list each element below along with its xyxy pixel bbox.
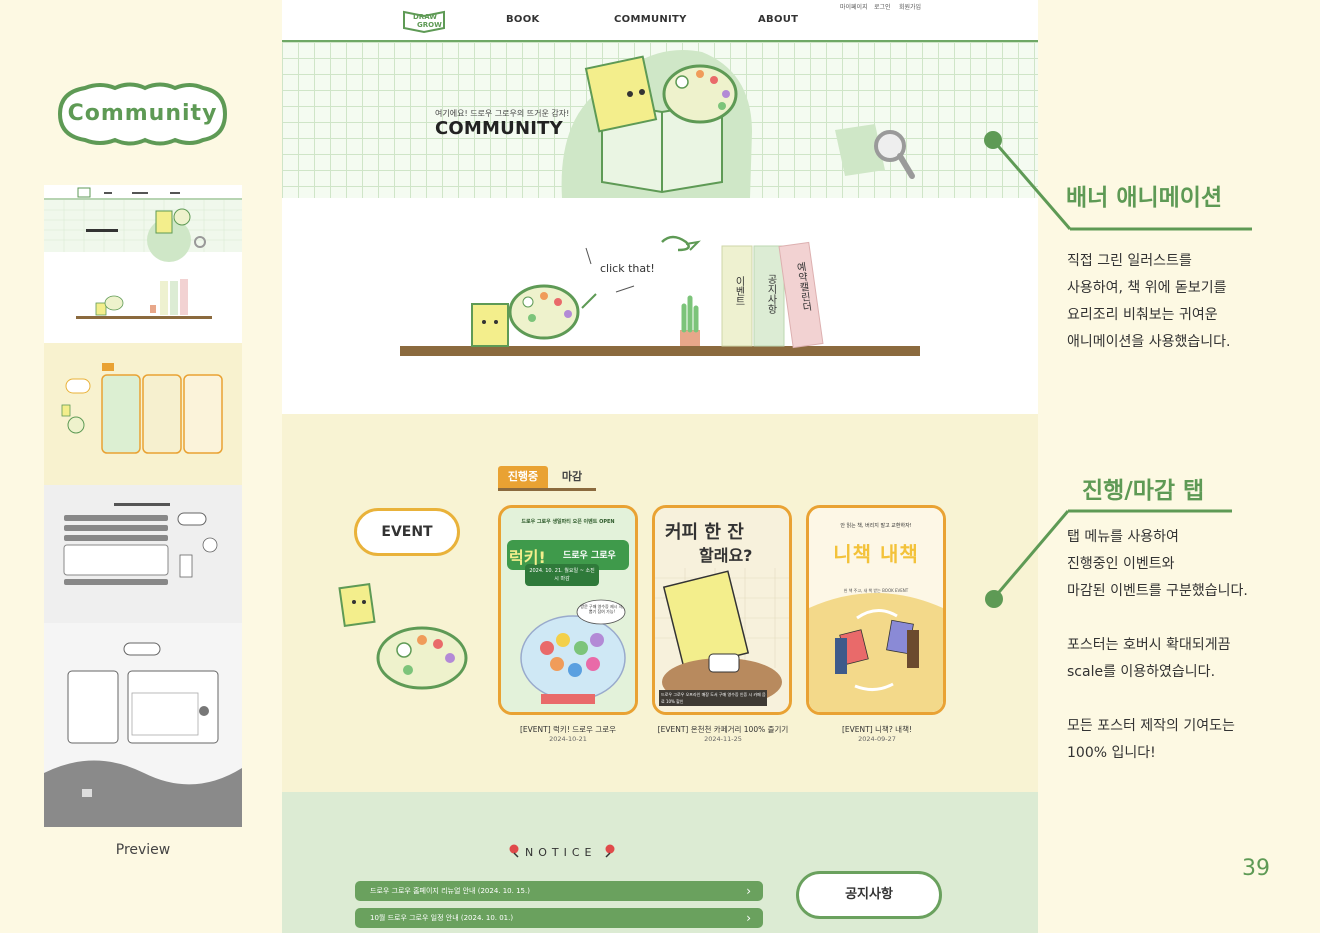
poster2-headline1: 커피 한 잔 (665, 522, 744, 543)
notice-row-1-text: 드로우 그로우 홈페이지 리뉴얼 안내 (2024. 10. 15.) (370, 887, 530, 895)
poster2-date: 2024-11-25 (704, 735, 742, 743)
poster1-headline2: 드로우 그로우 (563, 551, 616, 561)
community-badge: Community (55, 80, 230, 148)
svg-text:GROW: GROW (417, 21, 442, 29)
nav-about[interactable]: ABOUT (758, 14, 798, 25)
nav-book[interactable]: BOOK (506, 14, 540, 25)
poster2-headline2: 할래요? (699, 546, 753, 565)
notice-row-2[interactable]: 10월 드로우 그로우 일정 안내 (2024. 10. 01.) › (355, 908, 763, 928)
banner-illustration (561, 50, 915, 198)
poster2-caption[interactable]: [EVENT] 온천천 카페거리 100% 즐기기 (650, 724, 796, 735)
site-preview-thumbnail (44, 185, 242, 827)
annotation-tab-spacer (1067, 686, 1307, 713)
util-signup-link[interactable]: 회원가입 (899, 2, 921, 11)
notice-title: NOTICE (525, 846, 597, 859)
poster3-top-text: 안 읽는 책, 버리지 말고 교환하자! (840, 523, 912, 529)
annotation-tab-line: 모든 포스터 제작의 기여도는 (1067, 718, 1235, 734)
svg-text:DRAW: DRAW (413, 13, 437, 21)
banner-title: COMMUNITY (435, 118, 563, 139)
notice-more-button[interactable]: 공지사항 (796, 871, 942, 919)
notice-row-2-text: 10월 드로우 그로우 일정 안내 (2024. 10. 01.) (370, 914, 514, 922)
tab-closed[interactable]: 마감 (550, 466, 594, 488)
chevron-right-icon: › (746, 911, 751, 925)
page-number: 39 (1242, 856, 1270, 881)
poster2-bottom-text: 드로우 그로우 오프라인 매장 도서 구매 영수증 인증 시 카페 음료 10%… (661, 692, 766, 704)
website-mockup: DRAW GROW BOOK COMMUNITY ABOUT 마이페이지 로그인… (282, 0, 1038, 933)
annotation-tab-line: 탭 메뉴를 사용하여 (1067, 529, 1179, 545)
poster1-date: 2024-10-21 (549, 735, 587, 743)
event-poster-book-exchange[interactable]: 안 읽는 책, 버리지 말고 교환하자! 니책 내책 헌 책 주고, 새 책 받… (806, 505, 946, 715)
poster1-caption[interactable]: [EVENT] 럭키! 드로우 그로우 (495, 724, 641, 735)
poster1-date-box: 2024. 10. 21. 월요일 ~ 소진 시 마감 (529, 568, 595, 582)
annotation-tab-spacer (1067, 605, 1307, 632)
top-navigation: DRAW GROW BOOK COMMUNITY ABOUT 마이페이지 로그인… (282, 0, 1038, 42)
poster3-caption[interactable]: [EVENT] 니책? 내책! (804, 724, 950, 735)
annotation-tab-line: 마감된 이벤트를 구분했습니다. (1067, 583, 1248, 599)
shelf-book-notice[interactable]: 공지사항 (764, 274, 776, 314)
tab-ongoing[interactable]: 진행중 (498, 466, 548, 488)
notice-row-1[interactable]: 드로우 그로우 홈페이지 리뉴얼 안내 (2024. 10. 15.) › (355, 881, 763, 901)
annotation-banner-line: 애니메이션을 사용했습니다. (1067, 334, 1231, 350)
chevron-right-icon: › (746, 884, 751, 898)
event-label-bubble: EVENT (354, 508, 460, 556)
preview-event-section (44, 343, 242, 485)
annotation-tab-line: 100% 입니다! (1067, 745, 1156, 761)
preview-notice-section (44, 485, 242, 623)
annotation-tab-line: scale를 이용하였습니다. (1067, 664, 1216, 680)
community-badge-label: Community (67, 101, 218, 126)
annotation-tab-line: 포스터는 호버시 확대되게끔 (1067, 637, 1231, 653)
annotation-tab-body: 탭 메뉴를 사용하여 진행중인 이벤트와 마감된 이벤트를 구분했습니다. 포스… (1067, 524, 1307, 767)
bookshelf-illustration (400, 235, 920, 356)
poster1-bubble-text: 방문 구매 영수증 제시 시, 뽑기 참여 가능! (580, 604, 624, 614)
annotation-tab-line: 진행중인 이벤트와 (1067, 556, 1175, 572)
tab-underline (498, 488, 596, 491)
poster3-date: 2024-09-27 (858, 735, 896, 743)
annotation-banner-line: 요리조리 비춰보는 귀여운 (1067, 307, 1218, 323)
nav-community[interactable]: COMMUNITY (614, 14, 687, 25)
notice-pin-left-icon (509, 844, 519, 858)
shelf-book-event[interactable]: 이벤트 (732, 276, 744, 306)
event-poster-lucky[interactable]: 드로우 그로우 생일파티 오픈 이벤트 OPEN 럭키! 드로우 그로우 202… (498, 505, 638, 715)
click-that-text: click that! (600, 262, 655, 275)
poster1-headline1: 럭키! (509, 548, 546, 567)
annotation-banner-line: 직접 그린 일러스트를 (1067, 253, 1192, 269)
preview-calendar-footer-section (44, 623, 242, 827)
poster3-sub-text: 헌 책 주고, 새 책 받는 BOOK EVENT (843, 588, 909, 593)
bookshelf-section: click that! 이벤트 공지사항 예약캘린더 (282, 198, 1038, 414)
community-banner: 여기에요! 드로우 그로우의 뜨거운 감자! COMMUNITY (282, 42, 1038, 198)
draw-grow-logo-icon[interactable]: DRAW GROW (400, 4, 448, 36)
poster3-headline: 니책 내책 (833, 542, 919, 566)
util-login-link[interactable]: 로그인 (874, 2, 891, 11)
poster1-top-text: 드로우 그로우 생일파티 오픈 이벤트 OPEN (521, 519, 615, 525)
preview-banner-section (44, 185, 242, 343)
annotation-banner-body: 직접 그린 일러스트를 사용하여, 책 위에 돋보기를 요리조리 비춰보는 귀여… (1067, 248, 1307, 356)
event-characters-illustration (338, 582, 468, 690)
event-poster-coffee[interactable]: 커피 한 잔 할래요? 드로우 그로우 오프라인 매장 도서 구매 영수증 인증… (652, 505, 792, 715)
annotation-banner-line: 사용하여, 책 위에 돋보기를 (1067, 280, 1227, 296)
annotation-tab-title: 진행/마감 탭 (1082, 478, 1205, 504)
notice-pin-right-icon (605, 844, 615, 858)
preview-caption: Preview (115, 842, 171, 858)
util-mypage-link[interactable]: 마이페이지 (840, 2, 868, 11)
annotation-banner-title: 배너 애니메이션 (1066, 185, 1223, 211)
